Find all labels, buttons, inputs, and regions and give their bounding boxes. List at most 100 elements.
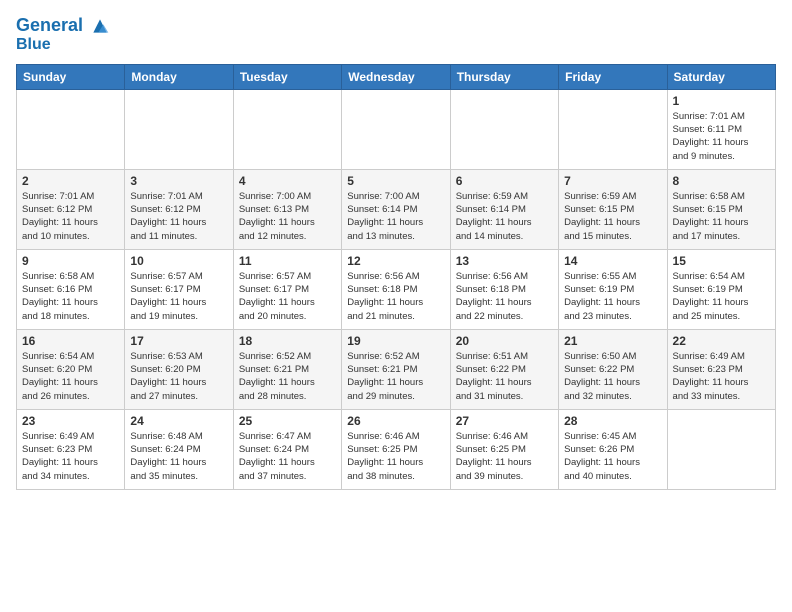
day-info: Sunrise: 6:45 AM Sunset: 6:26 PM Dayligh… <box>564 430 661 483</box>
weekday-header-sunday: Sunday <box>17 64 125 89</box>
calendar-cell: 7Sunrise: 6:59 AM Sunset: 6:15 PM Daylig… <box>559 169 667 249</box>
day-info: Sunrise: 6:47 AM Sunset: 6:24 PM Dayligh… <box>239 430 336 483</box>
day-info: Sunrise: 7:01 AM Sunset: 6:12 PM Dayligh… <box>130 190 227 243</box>
day-number: 9 <box>22 254 119 268</box>
day-number: 27 <box>456 414 553 428</box>
calendar-cell: 1 Sunrise: 7:01 AM Sunset: 6:11 PM Daylig… <box>667 89 775 169</box>
day-number: 6 <box>456 174 553 188</box>
day-number: 12 <box>347 254 444 268</box>
day-info: Sunrise: 7:01 AM Sunset: 6:11 PM Dayligh… <box>673 110 770 163</box>
calendar-cell: 3 Sunrise: 7:01 AM Sunset: 6:12 PM Daylig… <box>125 169 233 249</box>
day-info: Sunrise: 6:54 AM Sunset: 6:20 PM Dayligh… <box>22 350 119 403</box>
calendar-cell: 14 Sunrise: 6:55 AM Sunset: 6:19 PM Dayli… <box>559 249 667 329</box>
calendar-cell: 6 Sunrise: 6:59 AM Sunset: 6:14 PM Daylig… <box>450 169 558 249</box>
calendar-cell: 19Sunrise: 6:52 AM Sunset: 6:21 PM Dayli… <box>342 329 450 409</box>
logo-subtext: Blue <box>16 36 110 54</box>
day-number: 3 <box>130 174 227 188</box>
weekday-header-thursday: Thursday <box>450 64 558 89</box>
calendar-cell: 4 Sunrise: 7:00 AM Sunset: 6:13 PM Daylig… <box>233 169 341 249</box>
day-number: 24 <box>130 414 227 428</box>
day-info: Sunrise: 6:56 AM Sunset: 6:18 PM Dayligh… <box>347 270 444 323</box>
day-info: Sunrise: 7:00 AM Sunset: 6:13 PM Dayligh… <box>239 190 336 243</box>
day-info: Sunrise: 6:58 AM Sunset: 6:16 PM Dayligh… <box>22 270 119 323</box>
day-info: Sunrise: 6:53 AM Sunset: 6:20 PM Dayligh… <box>130 350 227 403</box>
weekday-header-tuesday: Tuesday <box>233 64 341 89</box>
day-number: 8 <box>673 174 770 188</box>
calendar-cell <box>125 89 233 169</box>
day-info: Sunrise: 6:50 AM Sunset: 6:22 PM Dayligh… <box>564 350 661 403</box>
calendar-cell: 10Sunrise: 6:57 AM Sunset: 6:17 PM Dayli… <box>125 249 233 329</box>
calendar-cell: 25 Sunrise: 6:47 AM Sunset: 6:24 PM Dayli… <box>233 409 341 489</box>
calendar-cell: 12 Sunrise: 6:56 AM Sunset: 6:18 PM Dayli… <box>342 249 450 329</box>
calendar-cell <box>233 89 341 169</box>
day-info: Sunrise: 6:54 AM Sunset: 6:19 PM Dayligh… <box>673 270 770 323</box>
day-info: Sunrise: 6:46 AM Sunset: 6:25 PM Dayligh… <box>456 430 553 483</box>
calendar-cell: 24 Sunrise: 6:48 AM Sunset: 6:24 PM Dayli… <box>125 409 233 489</box>
calendar-header-row: SundayMondayTuesdayWednesdayThursdayFrid… <box>17 64 776 89</box>
calendar-cell: 17 Sunrise: 6:53 AM Sunset: 6:20 PM Dayli… <box>125 329 233 409</box>
day-info: Sunrise: 7:00 AM Sunset: 6:14 PM Dayligh… <box>347 190 444 243</box>
week-row-4: 16Sunrise: 6:54 AM Sunset: 6:20 PM Dayli… <box>17 329 776 409</box>
day-info: Sunrise: 6:55 AM Sunset: 6:19 PM Dayligh… <box>564 270 661 323</box>
day-number: 2 <box>22 174 119 188</box>
calendar-cell: 13Sunrise: 6:56 AM Sunset: 6:18 PM Dayli… <box>450 249 558 329</box>
calendar-cell: 9 Sunrise: 6:58 AM Sunset: 6:16 PM Daylig… <box>17 249 125 329</box>
calendar-cell: 21 Sunrise: 6:50 AM Sunset: 6:22 PM Dayli… <box>559 329 667 409</box>
calendar-cell: 8 Sunrise: 6:58 AM Sunset: 6:15 PM Daylig… <box>667 169 775 249</box>
weekday-header-wednesday: Wednesday <box>342 64 450 89</box>
calendar-cell: 22 Sunrise: 6:49 AM Sunset: 6:23 PM Dayli… <box>667 329 775 409</box>
day-number: 4 <box>239 174 336 188</box>
page-header: General Blue <box>16 16 776 54</box>
day-number: 7 <box>564 174 661 188</box>
calendar-cell: 11 Sunrise: 6:57 AM Sunset: 6:17 PM Dayli… <box>233 249 341 329</box>
day-number: 25 <box>239 414 336 428</box>
week-row-1: 1 Sunrise: 7:01 AM Sunset: 6:11 PM Daylig… <box>17 89 776 169</box>
logo-text: General <box>16 16 110 36</box>
day-info: Sunrise: 6:51 AM Sunset: 6:22 PM Dayligh… <box>456 350 553 403</box>
day-info: Sunrise: 7:01 AM Sunset: 6:12 PM Dayligh… <box>22 190 119 243</box>
calendar-cell <box>17 89 125 169</box>
day-info: Sunrise: 6:46 AM Sunset: 6:25 PM Dayligh… <box>347 430 444 483</box>
calendar-table: SundayMondayTuesdayWednesdayThursdayFrid… <box>16 64 776 490</box>
calendar-cell <box>450 89 558 169</box>
day-info: Sunrise: 6:49 AM Sunset: 6:23 PM Dayligh… <box>673 350 770 403</box>
day-number: 15 <box>673 254 770 268</box>
weekday-header-monday: Monday <box>125 64 233 89</box>
week-row-2: 2 Sunrise: 7:01 AM Sunset: 6:12 PM Daylig… <box>17 169 776 249</box>
day-number: 23 <box>22 414 119 428</box>
day-number: 13 <box>456 254 553 268</box>
calendar-cell <box>667 409 775 489</box>
calendar-cell: 5 Sunrise: 7:00 AM Sunset: 6:14 PM Daylig… <box>342 169 450 249</box>
day-number: 17 <box>130 334 227 348</box>
calendar-cell: 15 Sunrise: 6:54 AM Sunset: 6:19 PM Dayli… <box>667 249 775 329</box>
day-number: 22 <box>673 334 770 348</box>
calendar-cell: 23 Sunrise: 6:49 AM Sunset: 6:23 PM Dayli… <box>17 409 125 489</box>
calendar-cell: 20 Sunrise: 6:51 AM Sunset: 6:22 PM Dayli… <box>450 329 558 409</box>
week-row-3: 9 Sunrise: 6:58 AM Sunset: 6:16 PM Daylig… <box>17 249 776 329</box>
day-info: Sunrise: 6:52 AM Sunset: 6:21 PM Dayligh… <box>239 350 336 403</box>
calendar-cell <box>559 89 667 169</box>
logo: General Blue <box>16 16 110 54</box>
day-number: 1 <box>673 94 770 108</box>
day-number: 14 <box>564 254 661 268</box>
day-number: 10 <box>130 254 227 268</box>
day-info: Sunrise: 6:49 AM Sunset: 6:23 PM Dayligh… <box>22 430 119 483</box>
day-info: Sunrise: 6:58 AM Sunset: 6:15 PM Dayligh… <box>673 190 770 243</box>
day-number: 5 <box>347 174 444 188</box>
week-row-5: 23 Sunrise: 6:49 AM Sunset: 6:23 PM Dayli… <box>17 409 776 489</box>
calendar-cell: 26 Sunrise: 6:46 AM Sunset: 6:25 PM Dayli… <box>342 409 450 489</box>
day-number: 18 <box>239 334 336 348</box>
day-number: 21 <box>564 334 661 348</box>
day-number: 20 <box>456 334 553 348</box>
day-number: 11 <box>239 254 336 268</box>
day-info: Sunrise: 6:52 AM Sunset: 6:21 PM Dayligh… <box>347 350 444 403</box>
calendar-cell <box>342 89 450 169</box>
calendar-cell: 2 Sunrise: 7:01 AM Sunset: 6:12 PM Daylig… <box>17 169 125 249</box>
day-info: Sunrise: 6:48 AM Sunset: 6:24 PM Dayligh… <box>130 430 227 483</box>
day-number: 26 <box>347 414 444 428</box>
weekday-header-saturday: Saturday <box>667 64 775 89</box>
calendar-cell: 27 Sunrise: 6:46 AM Sunset: 6:25 PM Dayli… <box>450 409 558 489</box>
calendar-cell: 18 Sunrise: 6:52 AM Sunset: 6:21 PM Dayli… <box>233 329 341 409</box>
day-info: Sunrise: 6:57 AM Sunset: 6:17 PM Dayligh… <box>239 270 336 323</box>
day-info: Sunrise: 6:59 AM Sunset: 6:14 PM Dayligh… <box>456 190 553 243</box>
